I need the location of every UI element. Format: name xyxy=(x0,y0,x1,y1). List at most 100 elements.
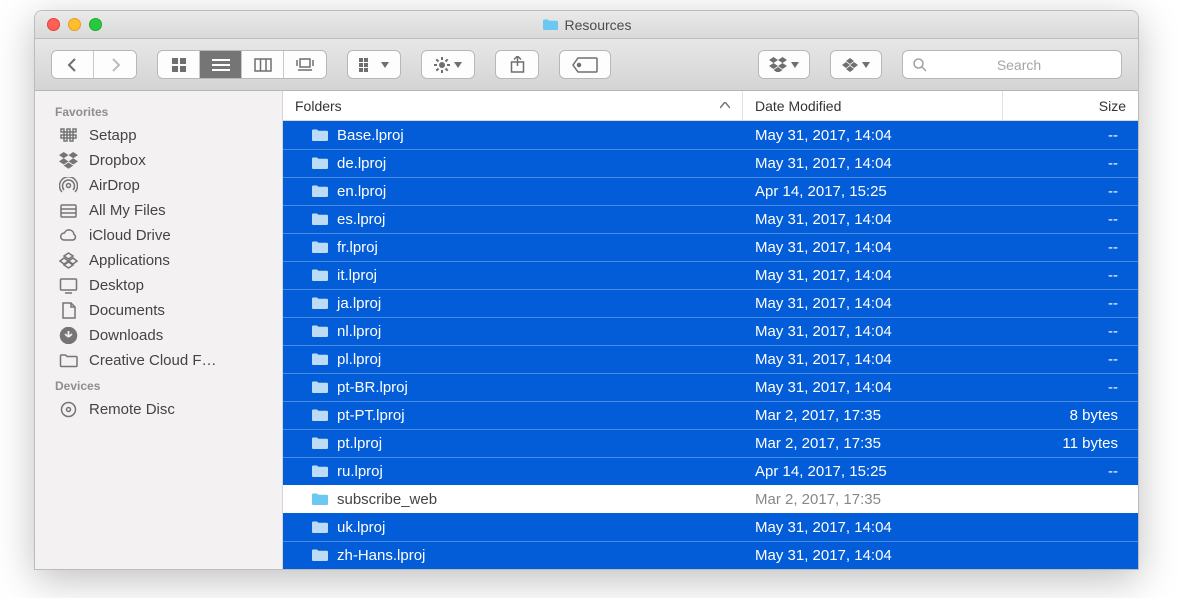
sidebar-item[interactable]: Applications xyxy=(35,248,282,273)
window-title-text: Resources xyxy=(565,17,632,33)
file-name: pt-BR.lproj xyxy=(337,379,408,396)
tags-button[interactable] xyxy=(560,50,610,79)
file-date: Apr 14, 2017, 15:25 xyxy=(743,183,1003,200)
file-name-cell: pt-BR.lproj xyxy=(283,379,743,396)
view-coverflow-button[interactable] xyxy=(284,50,326,79)
sidebar-item-label: iCloud Drive xyxy=(89,227,171,244)
file-size: -- xyxy=(1003,239,1138,256)
sync-button[interactable] xyxy=(831,50,881,79)
sidebar-item[interactable]: All My Files xyxy=(35,198,282,223)
file-name-cell: ru.lproj xyxy=(283,463,743,480)
file-name: pt-PT.lproj xyxy=(337,407,405,424)
sidebar-section-header: Devices xyxy=(35,373,282,397)
action-button[interactable] xyxy=(422,50,474,79)
file-row[interactable]: es.lprojMay 31, 2017, 14:04-- xyxy=(283,205,1138,233)
file-size: 11 bytes xyxy=(1003,435,1138,452)
file-date: Mar 2, 2017, 17:35 xyxy=(743,407,1003,424)
zoom-button[interactable] xyxy=(89,18,102,31)
file-size: -- xyxy=(1003,295,1138,312)
titlebar: Resources xyxy=(35,11,1138,39)
file-name: nl.lproj xyxy=(337,323,381,340)
sidebar-item[interactable]: Setapp xyxy=(35,123,282,148)
sidebar-item[interactable]: Creative Cloud F… xyxy=(35,348,282,373)
sidebar-item[interactable]: Desktop xyxy=(35,273,282,298)
sidebar-item-label: Setapp xyxy=(89,127,137,144)
dropbox-button[interactable] xyxy=(759,50,809,79)
file-row[interactable]: pl.lprojMay 31, 2017, 14:04-- xyxy=(283,345,1138,373)
column-name[interactable]: Folders xyxy=(283,91,743,120)
folder-icon xyxy=(311,464,329,478)
file-name: ja.lproj xyxy=(337,295,381,312)
file-size: -- xyxy=(1003,127,1138,144)
file-name-cell: nl.lproj xyxy=(283,323,743,340)
file-size: -- xyxy=(1003,463,1138,480)
file-row[interactable]: fr.lprojMay 31, 2017, 14:04-- xyxy=(283,233,1138,261)
grid-icon xyxy=(57,127,79,144)
file-row[interactable]: ru.lprojApr 14, 2017, 15:25-- xyxy=(283,457,1138,485)
file-name: subscribe_web xyxy=(337,491,437,508)
file-row[interactable]: nl.lprojMay 31, 2017, 14:04-- xyxy=(283,317,1138,345)
file-name: de.lproj xyxy=(337,155,386,172)
file-row[interactable]: Base.lprojMay 31, 2017, 14:04-- xyxy=(283,121,1138,149)
sidebar-item[interactable]: iCloud Drive xyxy=(35,223,282,248)
nav-group xyxy=(51,50,137,79)
share-button[interactable] xyxy=(496,50,538,79)
file-name: es.lproj xyxy=(337,211,385,228)
view-list-button[interactable] xyxy=(200,50,242,79)
file-row[interactable]: ja.lprojMay 31, 2017, 14:04-- xyxy=(283,289,1138,317)
forward-button[interactable] xyxy=(94,50,136,79)
folder-icon xyxy=(542,18,559,31)
file-date: May 31, 2017, 14:04 xyxy=(743,519,1003,536)
back-button[interactable] xyxy=(52,50,94,79)
airdrop-icon xyxy=(57,177,79,194)
file-date: May 31, 2017, 14:04 xyxy=(743,239,1003,256)
minimize-button[interactable] xyxy=(68,18,81,31)
sidebar-item-label: Remote Disc xyxy=(89,401,175,418)
file-row[interactable]: zh-Hans.lproj May 31, 2017, 14:04 xyxy=(283,541,1138,569)
folder-icon xyxy=(311,184,329,198)
file-row[interactable]: pt-BR.lprojMay 31, 2017, 14:04-- xyxy=(283,373,1138,401)
file-row[interactable]: en.lprojApr 14, 2017, 15:25-- xyxy=(283,177,1138,205)
view-columns-button[interactable] xyxy=(242,50,284,79)
doc-icon xyxy=(57,302,79,319)
file-date: Mar 2, 2017, 17:35 xyxy=(743,491,1003,508)
file-list[interactable]: Base.lprojMay 31, 2017, 14:04--de.lprojM… xyxy=(283,121,1138,569)
file-date: May 31, 2017, 14:04 xyxy=(743,127,1003,144)
column-size[interactable]: Size xyxy=(1003,91,1138,120)
file-row[interactable]: de.lprojMay 31, 2017, 14:04-- xyxy=(283,149,1138,177)
file-name: pl.lproj xyxy=(337,351,381,368)
file-row[interactable]: subscribe_web Mar 2, 2017, 17:35 xyxy=(283,485,1138,513)
sidebar-item[interactable]: AirDrop xyxy=(35,173,282,198)
file-name: zh-Hans.lproj xyxy=(337,547,425,564)
file-name-cell: ja.lproj xyxy=(283,295,743,312)
file-row[interactable]: it.lprojMay 31, 2017, 14:04-- xyxy=(283,261,1138,289)
sidebar-item[interactable]: Documents xyxy=(35,298,282,323)
search-field[interactable] xyxy=(902,50,1122,79)
file-name-cell: Base.lproj xyxy=(283,127,743,144)
arrange-button[interactable] xyxy=(348,50,400,79)
folder-icon xyxy=(57,352,79,369)
sidebar-item[interactable]: Remote Disc xyxy=(35,397,282,422)
close-button[interactable] xyxy=(47,18,60,31)
file-row[interactable]: pt.lprojMar 2, 2017, 17:3511 bytes xyxy=(283,429,1138,457)
disc-icon xyxy=(57,401,79,418)
search-input[interactable] xyxy=(927,57,1111,73)
file-date: May 31, 2017, 14:04 xyxy=(743,323,1003,340)
file-date: Mar 2, 2017, 17:35 xyxy=(743,435,1003,452)
column-name-label: Folders xyxy=(295,98,342,114)
folder-icon xyxy=(311,436,329,450)
file-row[interactable]: uk.lprojMay 31, 2017, 14:04 xyxy=(283,513,1138,541)
view-icons-button[interactable] xyxy=(158,50,200,79)
desktop-icon xyxy=(57,277,79,294)
dropbox-group xyxy=(758,50,810,79)
sort-indicator-icon xyxy=(720,100,730,112)
column-date[interactable]: Date Modified xyxy=(743,91,1003,120)
folder-icon xyxy=(311,240,329,254)
file-row[interactable]: pt-PT.lprojMar 2, 2017, 17:358 bytes xyxy=(283,401,1138,429)
allfiles-icon xyxy=(57,202,79,219)
file-date: May 31, 2017, 14:04 xyxy=(743,547,1003,564)
sidebar-item[interactable]: Downloads xyxy=(35,323,282,348)
sidebar-item[interactable]: Dropbox xyxy=(35,148,282,173)
file-size: -- xyxy=(1003,211,1138,228)
folder-icon xyxy=(311,156,329,170)
